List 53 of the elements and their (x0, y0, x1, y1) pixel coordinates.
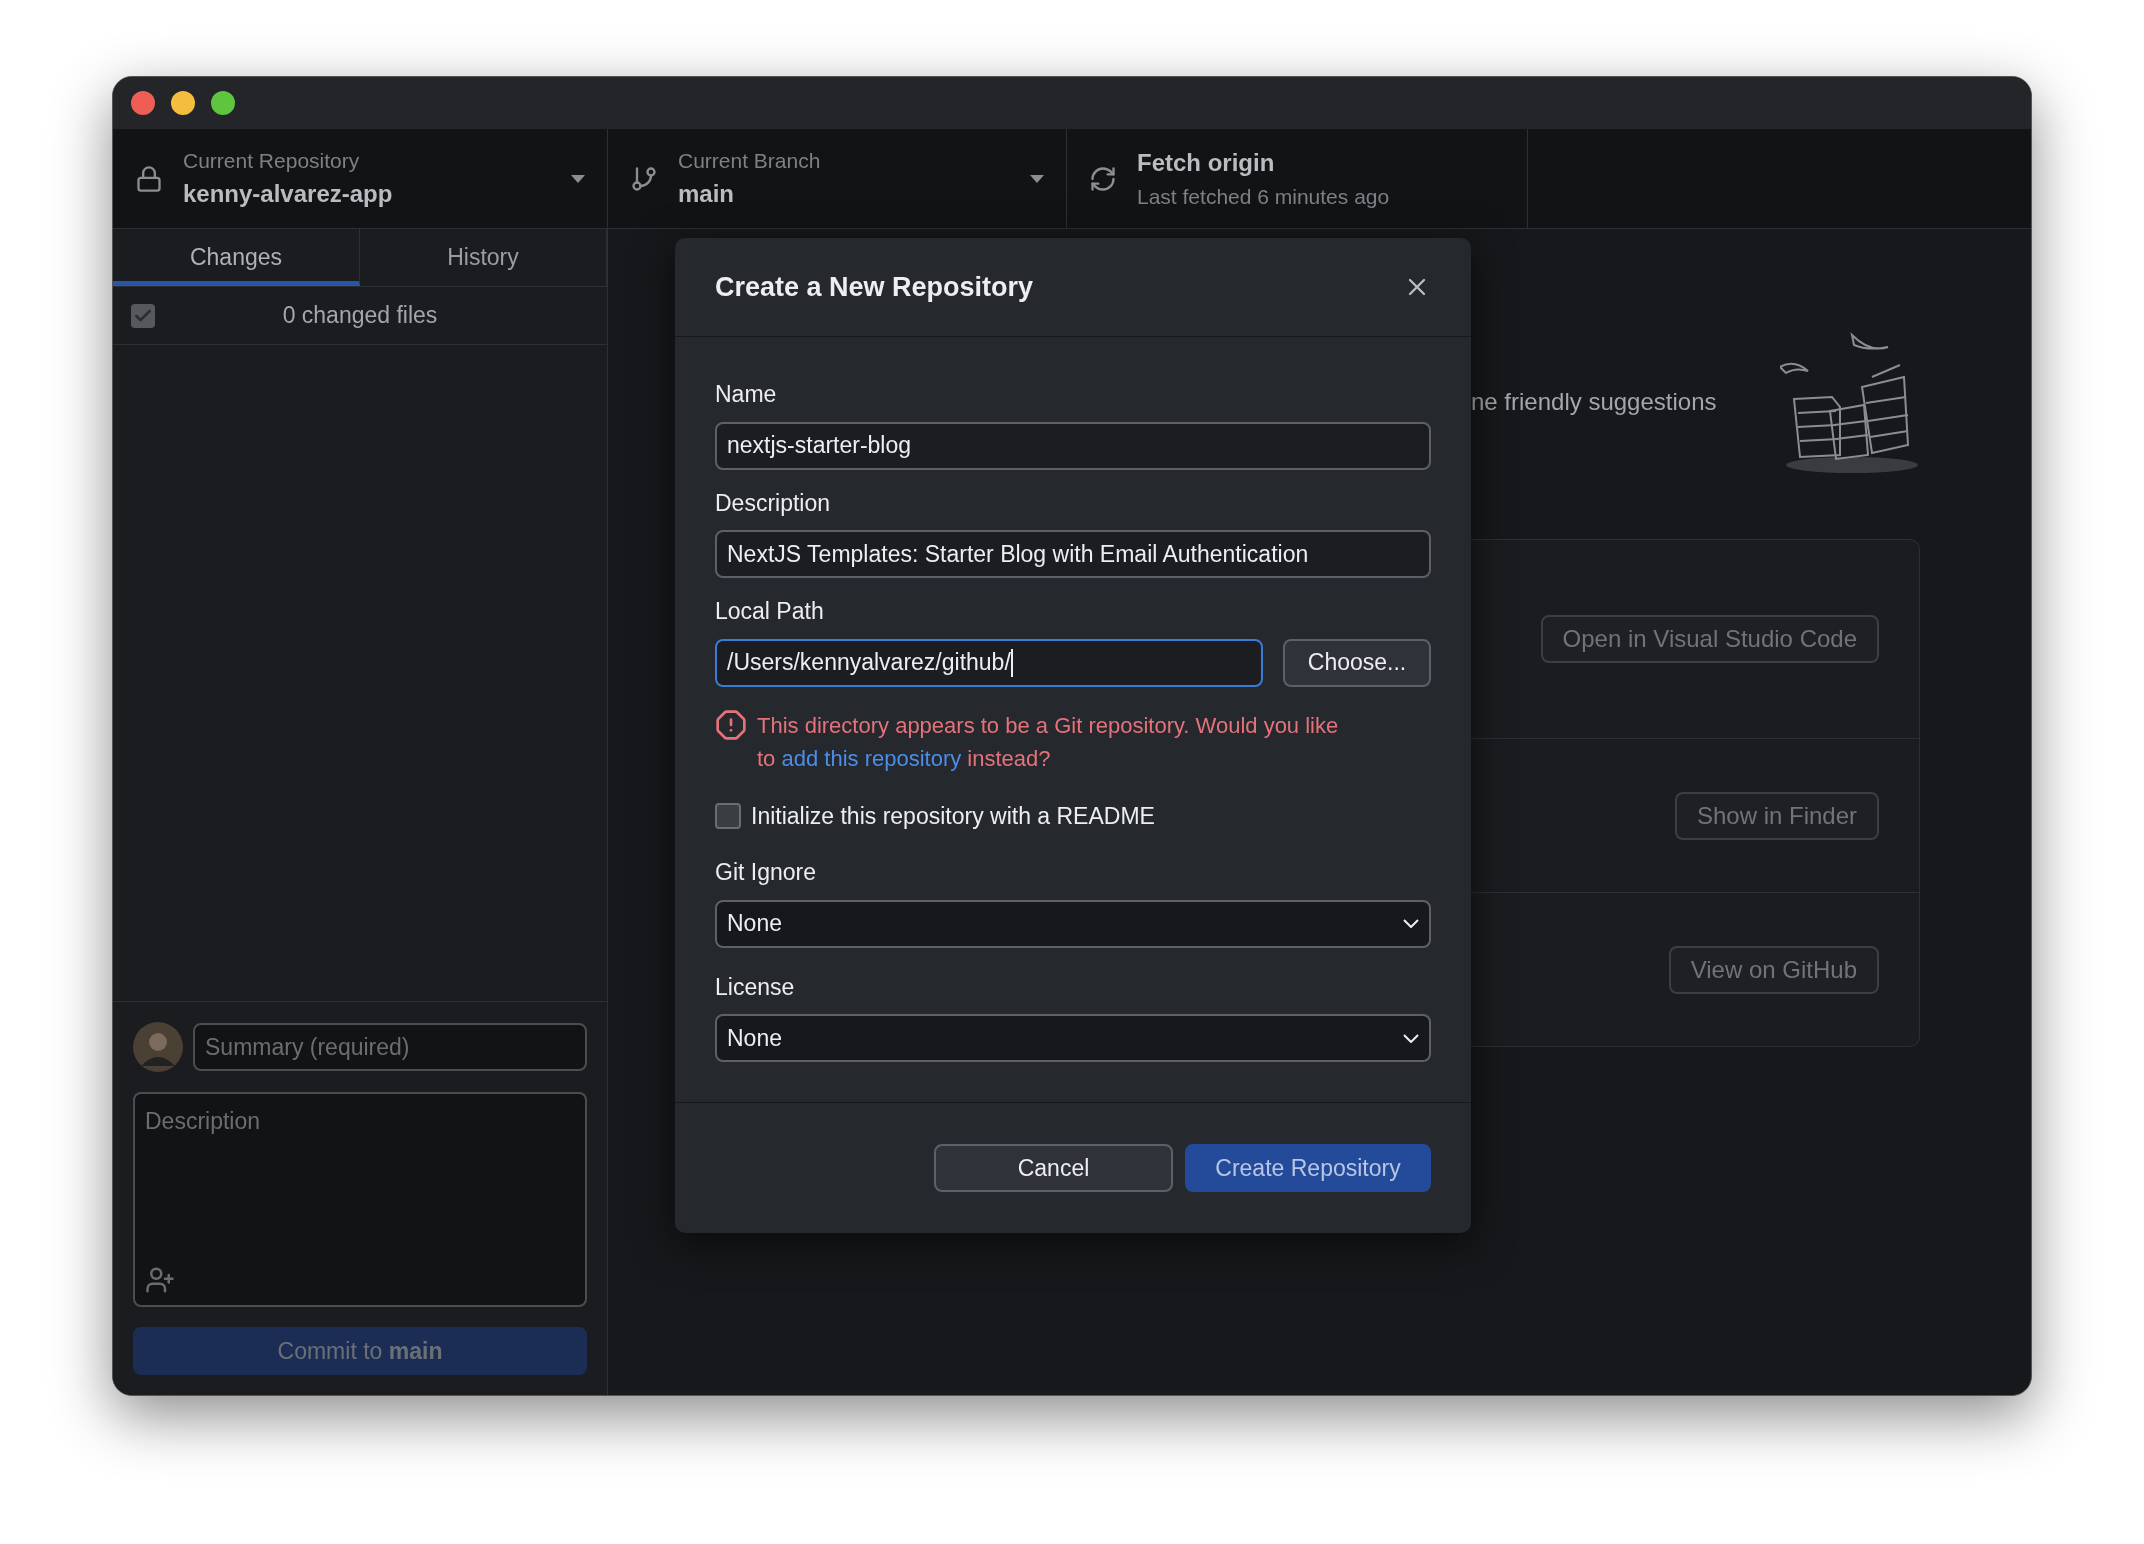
lock-icon (135, 164, 163, 193)
branch-label: Current Branch (678, 147, 822, 174)
branch-selector[interactable]: Current Branch main (608, 129, 1067, 228)
warning-icon (715, 708, 747, 741)
avatar (133, 1022, 183, 1072)
field-label: Description (715, 488, 832, 518)
create-button[interactable]: Create Repository (1185, 1144, 1431, 1192)
field-label: Local Path (715, 597, 825, 626)
minimize-window-icon[interactable] (171, 91, 195, 115)
field-value: /Users/kennyalvarez/github/ (727, 648, 1011, 678)
zoom-window-icon[interactable] (211, 91, 235, 115)
sync-icon (1089, 164, 1117, 193)
fetch-origin-button[interactable]: Fetch origin Last fetched 6 minutes ago (1067, 129, 1528, 228)
text-field[interactable]: nextjs-starter-blog (715, 421, 1431, 470)
branch-icon (630, 164, 658, 193)
fetch-label: Fetch origin (1137, 147, 1276, 178)
readme-label: Initialize this repository with a README (751, 801, 1155, 831)
caret-icon (1030, 174, 1044, 183)
suggestions-text: ne friendly suggestions (1471, 386, 1717, 417)
local-path-field[interactable]: /Users/kennyalvarez/github/ (715, 638, 1263, 687)
description-field[interactable]: Description (133, 1092, 587, 1307)
chevron-down-icon (1403, 919, 1419, 928)
caret-icon (571, 174, 585, 183)
tab[interactable]: Changes (113, 229, 360, 286)
dropdown-value: None (727, 909, 782, 939)
repository-name: kenny-alvarez-app (183, 179, 394, 210)
field-value: NextJS Templates: Starter Blog with Email Authentication (727, 539, 1309, 569)
error-message: This directory appears to be a Git repository. Would you like to add this repository instead? (757, 711, 1340, 773)
tab[interactable]: History (360, 229, 607, 286)
last-fetched-text: Last fetched 6 minutes ago (1137, 183, 1390, 210)
readme-checkbox[interactable] (715, 802, 741, 829)
text-field[interactable]: NextJS Templates: Starter Blog with Email Authentication (715, 530, 1431, 578)
repository-label: Current Repository (183, 147, 361, 174)
dialog-title: Create a New Repository (715, 270, 1034, 304)
repository-selector[interactable]: Current Repository kenny-alvarez-app (113, 129, 608, 228)
field-value: nextjs-starter-blog (727, 431, 912, 461)
summary-field[interactable]: Summary (required) (193, 1023, 587, 1071)
choose-button[interactable]: Choose... (1283, 638, 1431, 687)
field-label: Git Ignore (715, 858, 817, 887)
chevron-down-icon (1403, 1033, 1419, 1043)
changed-files-count: 0 changed files (281, 301, 439, 331)
dropdown[interactable]: None (715, 899, 1431, 948)
field-label: Name (715, 380, 778, 409)
dropdown-value: None (727, 1023, 782, 1053)
add-coauthor-icon[interactable] (145, 1265, 175, 1295)
field-label: License (715, 972, 796, 1002)
cancel-button[interactable]: Cancel (934, 1144, 1173, 1192)
text-cursor (1010, 648, 1013, 677)
select-all-checkbox[interactable] (131, 303, 155, 328)
close-window-icon[interactable] (131, 91, 155, 115)
add-repository-link[interactable]: add this repository (781, 745, 962, 771)
branch-name: main (678, 179, 735, 210)
dropdown[interactable]: None (715, 1014, 1431, 1062)
